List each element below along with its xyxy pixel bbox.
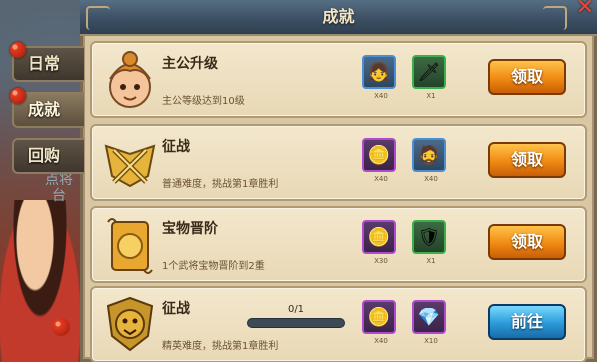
close-button[interactable]: ✕ (570, 0, 597, 20)
hero-warrior-card-icon[interactable]: 🧔 X40 (412, 138, 446, 183)
achievement-row: 征战 普通难度，挑战第1章胜利 🪙 X40 🧔 X40 领取 (90, 124, 587, 201)
claim-button[interactable]: 领取 (488, 142, 566, 178)
claim-button[interactable]: 领取 (488, 224, 566, 260)
gold-ingot-icon[interactable]: 🪙 X40 (362, 138, 396, 183)
armor-icon[interactable]: 🛡 X1 (412, 220, 446, 265)
tab-label: 日常 (28, 54, 61, 73)
reward-count: X40 (374, 175, 388, 183)
reward-count: X40 (424, 175, 438, 183)
crossed-swords-icon (100, 132, 160, 194)
sword-icon[interactable]: 🗡 X1 (412, 55, 446, 100)
reward-count: X10 (424, 337, 438, 345)
achievement-title: 主公升级 (162, 56, 218, 72)
achievement-row: 征战 精英难度，挑战第1章胜利 0/1 🪙 X40 💎 X10 前往 (90, 286, 587, 362)
reward-count: X40 (374, 337, 388, 345)
claim-button[interactable]: 领取 (488, 59, 566, 95)
achievement-desc: 普通难度，挑战第1章胜利 (162, 179, 279, 190)
tab-buyback[interactable]: 回购 (12, 138, 84, 174)
notification-badge (10, 88, 26, 104)
beast-crest-icon (100, 294, 160, 356)
panel-title: 成就 (322, 7, 355, 26)
reward-count: X30 (374, 257, 388, 265)
panel-titlebar: 成就 (80, 0, 597, 36)
reward-count: X40 (374, 92, 388, 100)
notification-badge (10, 42, 26, 58)
achievement-row: 宝物晋阶 1个武将宝物晋阶到2重 🪙 X30 🛡 X1 领取 (90, 206, 587, 283)
reward-count: X1 (426, 92, 436, 100)
achievement-row: 主公升级 主公等级达到10级 👧 X40 🗡 X1 领取 (90, 41, 587, 118)
achievement-desc: 精英难度，挑战第1章胜利 (162, 341, 279, 352)
tab-daily[interactable]: 日常 (10, 42, 84, 82)
progress-bar (247, 318, 345, 328)
gold-ingot-icon[interactable]: 🪙 X30 (362, 220, 396, 265)
achievement-title: 征战 (162, 139, 190, 155)
achievement-title: 征战 (162, 301, 190, 317)
reward-count: X1 (426, 257, 436, 265)
achievement-title: 宝物晋阶 (162, 221, 218, 237)
hero-girl-card-icon[interactable]: 👧 X40 (362, 55, 396, 100)
tab-label: 成就 (28, 100, 61, 119)
notification-badge (52, 318, 70, 336)
tab-label: 回购 (28, 146, 61, 165)
gold-ingot-icon[interactable]: 🪙 X40 (362, 300, 396, 345)
goto-button[interactable]: 前往 (488, 304, 566, 340)
scene-sign: 点将台 (45, 172, 73, 204)
tab-achievements[interactable]: 成就 (10, 88, 84, 128)
treasure-scroll-icon (100, 214, 160, 276)
progress-text: 0/1 (287, 304, 305, 315)
achievement-desc: 1个武将宝物晋阶到2重 (162, 261, 265, 272)
green-gem-icon[interactable]: 💎 X10 (412, 300, 446, 345)
achievement-desc: 主公等级达到10级 (162, 96, 245, 107)
lord-portrait-icon (100, 49, 160, 111)
background-character (0, 200, 80, 362)
